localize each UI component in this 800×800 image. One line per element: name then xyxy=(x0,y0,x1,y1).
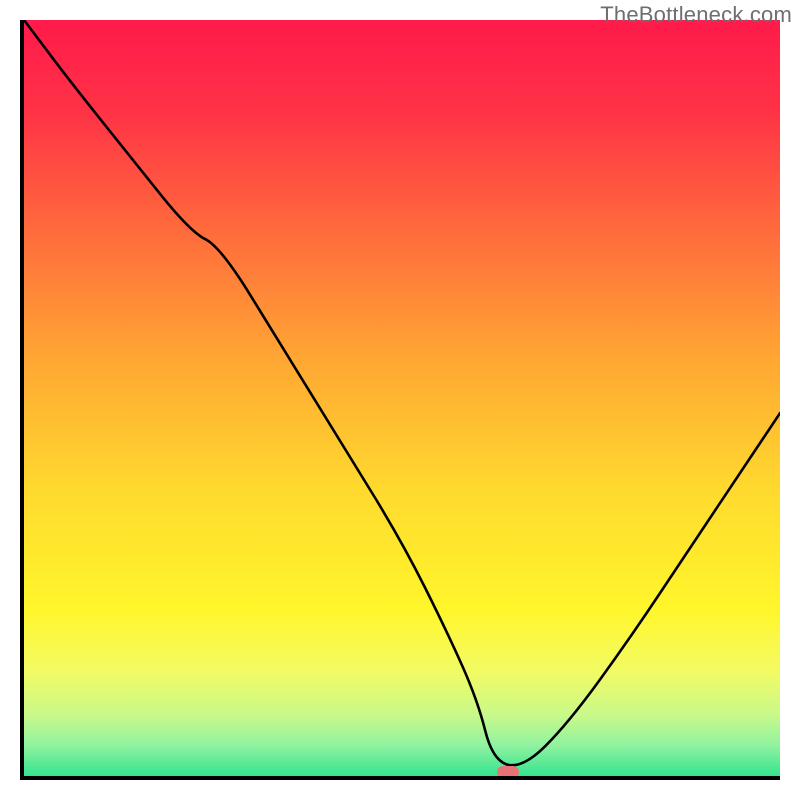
optimal-marker xyxy=(497,766,519,778)
watermark-text: TheBottleneck.com xyxy=(600,2,792,28)
chart-container: TheBottleneck.com xyxy=(0,0,800,800)
bottleneck-curve xyxy=(24,20,780,776)
plot-area xyxy=(20,20,780,780)
